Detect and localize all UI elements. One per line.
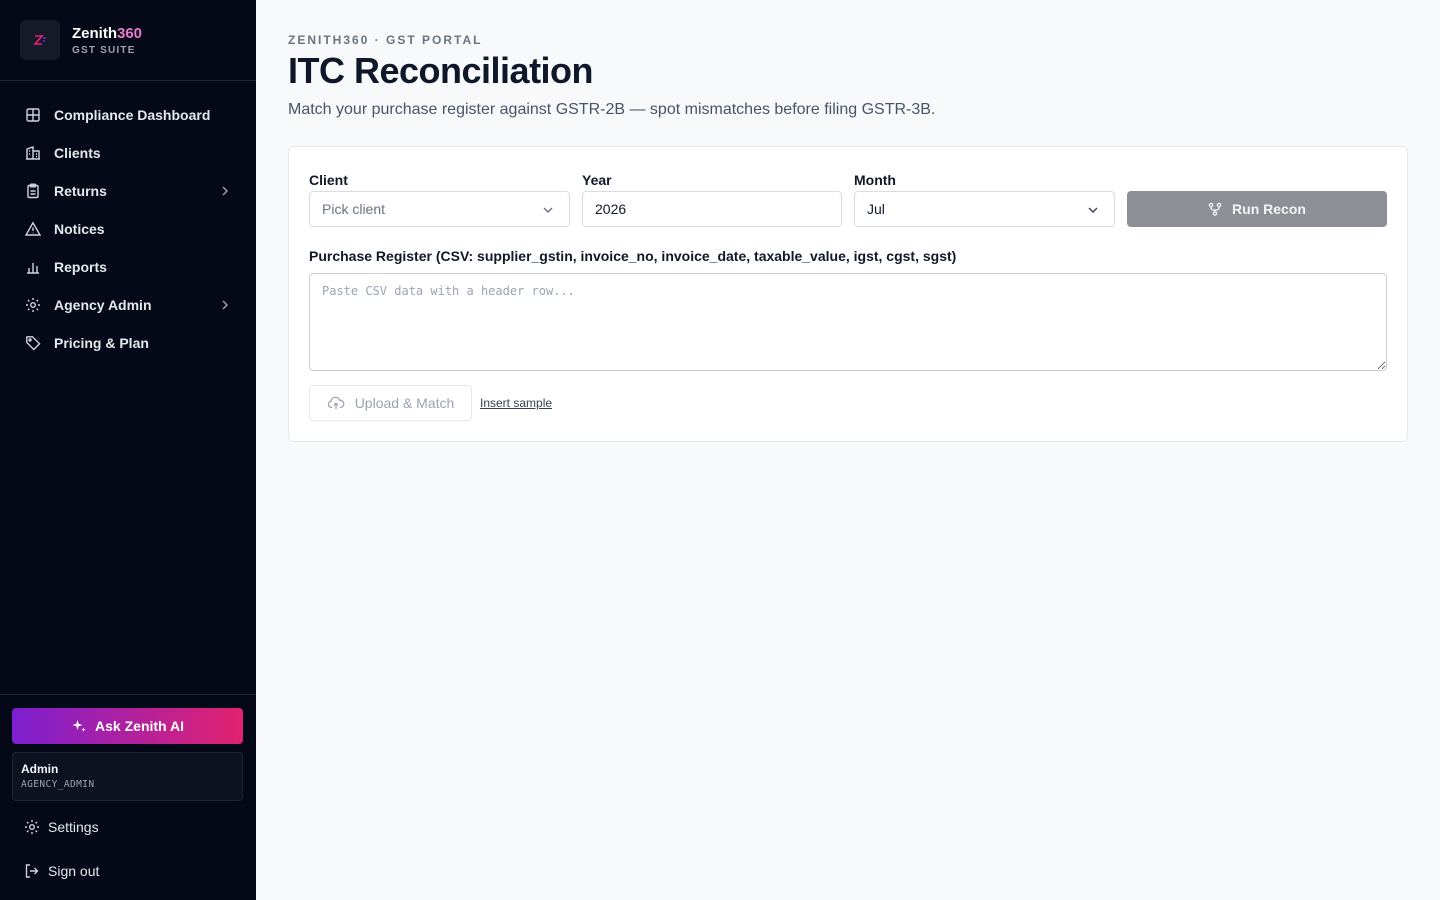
branch-icon bbox=[1208, 202, 1222, 216]
page-title: ITC Reconciliation bbox=[288, 50, 594, 91]
sidebar-item-label: Returns bbox=[54, 183, 107, 199]
year-input-value: 2026 bbox=[595, 201, 627, 217]
sidebar-item-label: Compliance Dashboard bbox=[54, 107, 211, 123]
chevron-down-icon bbox=[1088, 207, 1098, 213]
client-label: Client bbox=[309, 172, 348, 188]
run-recon-button[interactable]: Run Recon bbox=[1127, 191, 1387, 227]
user-card[interactable]: Admin AGENCY_ADMIN bbox=[12, 752, 243, 801]
sidebar: Zenith360 GST SUITE Compliance Dashboard… bbox=[0, 0, 256, 900]
user-role: AGENCY_ADMIN bbox=[21, 779, 95, 790]
ask-ai-label: Ask Zenith AI bbox=[95, 718, 184, 734]
sidebar-item-notices[interactable]: Notices bbox=[0, 210, 256, 248]
brand-name-accent: 360 bbox=[117, 24, 143, 42]
sidebar-item-label: Agency Admin bbox=[54, 297, 152, 313]
sidebar-footer: Ask Zenith AI Admin AGENCY_ADMIN Setting… bbox=[0, 694, 256, 879]
chevron-down-icon bbox=[543, 207, 553, 213]
warning-icon bbox=[24, 220, 42, 238]
sidebar-item-label: Pricing & Plan bbox=[54, 335, 149, 351]
month-label: Month bbox=[854, 172, 896, 188]
csv-input[interactable] bbox=[309, 273, 1387, 371]
recon-form-card: Client Pick client Year 2026 Month Jul R… bbox=[288, 146, 1408, 442]
sign-out-icon bbox=[24, 863, 40, 879]
brand-subtitle: GST SUITE bbox=[72, 44, 136, 56]
month-select-value: Jul bbox=[867, 201, 885, 217]
tag-icon bbox=[24, 334, 42, 352]
page-eyebrow: ZENITH360 · GST PORTAL bbox=[288, 33, 483, 47]
clipboard-icon bbox=[24, 182, 42, 200]
sidebar-item-returns[interactable]: Returns bbox=[0, 172, 256, 210]
cloud-upload-icon bbox=[327, 395, 345, 411]
brand: Zenith360 GST SUITE bbox=[0, 0, 256, 81]
sidebar-item-pricing-plan[interactable]: Pricing & Plan bbox=[0, 324, 256, 362]
main-content: ZENITH360 · GST PORTAL ITC Reconciliatio… bbox=[256, 0, 1440, 900]
user-name: Admin bbox=[21, 762, 59, 776]
csv-label: Purchase Register (CSV: supplier_gstin, … bbox=[309, 248, 957, 264]
logo-icon bbox=[33, 35, 46, 45]
sign-out-label: Sign out bbox=[48, 863, 100, 879]
upload-match-button[interactable]: Upload & Match bbox=[309, 385, 472, 421]
gear-icon bbox=[24, 296, 42, 314]
chevron-right-icon bbox=[222, 300, 228, 310]
sidebar-item-label: Notices bbox=[54, 221, 105, 237]
run-recon-label: Run Recon bbox=[1232, 201, 1306, 217]
settings-link[interactable]: Settings bbox=[24, 817, 99, 837]
building-icon bbox=[24, 144, 42, 162]
sidebar-item-reports[interactable]: Reports bbox=[0, 248, 256, 286]
insert-sample-link[interactable]: Insert sample bbox=[480, 396, 552, 410]
sign-out-link[interactable]: Sign out bbox=[24, 861, 99, 881]
sidebar-item-label: Clients bbox=[54, 145, 101, 161]
gear-icon bbox=[24, 819, 40, 835]
brand-name: Zenith360 bbox=[72, 25, 142, 43]
logo bbox=[20, 20, 60, 60]
settings-label: Settings bbox=[48, 819, 99, 835]
upload-match-label: Upload & Match bbox=[354, 395, 455, 411]
sidebar-item-label: Reports bbox=[54, 259, 107, 275]
grid-icon bbox=[24, 106, 42, 124]
year-label: Year bbox=[582, 172, 612, 188]
sidebar-item-clients[interactable]: Clients bbox=[0, 134, 256, 172]
sidebar-item-agency-admin[interactable]: Agency Admin bbox=[0, 286, 256, 324]
month-select[interactable]: Jul bbox=[854, 191, 1115, 227]
sidebar-nav: Compliance Dashboard Clients Returns Not… bbox=[0, 81, 256, 362]
client-select-value: Pick client bbox=[322, 201, 386, 217]
sidebar-item-compliance-dashboard[interactable]: Compliance Dashboard bbox=[0, 96, 256, 134]
year-input[interactable]: 2026 bbox=[582, 191, 842, 227]
sparkle-icon bbox=[71, 718, 87, 734]
client-select[interactable]: Pick client bbox=[309, 191, 570, 227]
brand-name-main: Zenith bbox=[72, 24, 117, 42]
bar-chart-icon bbox=[24, 258, 42, 276]
ask-ai-button[interactable]: Ask Zenith AI bbox=[12, 708, 243, 744]
page-subtitle: Match your purchase register against GST… bbox=[288, 101, 936, 118]
chevron-right-icon bbox=[222, 186, 228, 196]
